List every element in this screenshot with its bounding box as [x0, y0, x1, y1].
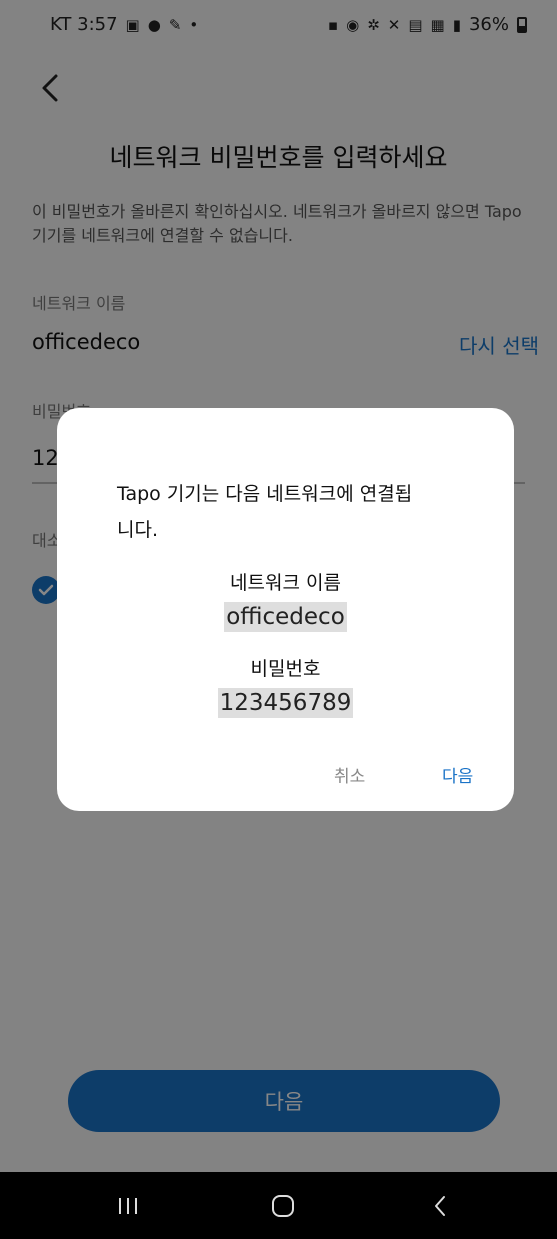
- system-nav-bar: [0, 1172, 557, 1239]
- home-button[interactable]: [243, 1172, 323, 1239]
- home-icon: [272, 1194, 294, 1217]
- dialog-cancel-button[interactable]: 취소: [334, 762, 365, 787]
- dialog-next-button[interactable]: 다음: [442, 762, 473, 787]
- recent-apps-icon: [119, 1197, 137, 1214]
- dialog-network-label: 네트워크 이름: [230, 572, 341, 594]
- dialog-password-value-wrap: 123456789: [57, 688, 514, 718]
- dialog-password-label: 비밀번호: [250, 658, 321, 680]
- confirm-network-dialog: Tapo 기기는 다음 네트워크에 연결됩니다. 네트워크 이름 officed…: [57, 408, 514, 811]
- back-nav-button[interactable]: [400, 1172, 480, 1239]
- dialog-message: Tapo 기기는 다음 네트워크에 연결됩니다.: [117, 483, 413, 541]
- back-nav-icon: [435, 1195, 445, 1216]
- dialog-password-value: 123456789: [217, 688, 354, 718]
- dialog-network-value: officedeco: [224, 602, 347, 632]
- dialog-network-value-wrap: officedeco: [57, 602, 514, 632]
- recent-apps-button[interactable]: [88, 1172, 168, 1239]
